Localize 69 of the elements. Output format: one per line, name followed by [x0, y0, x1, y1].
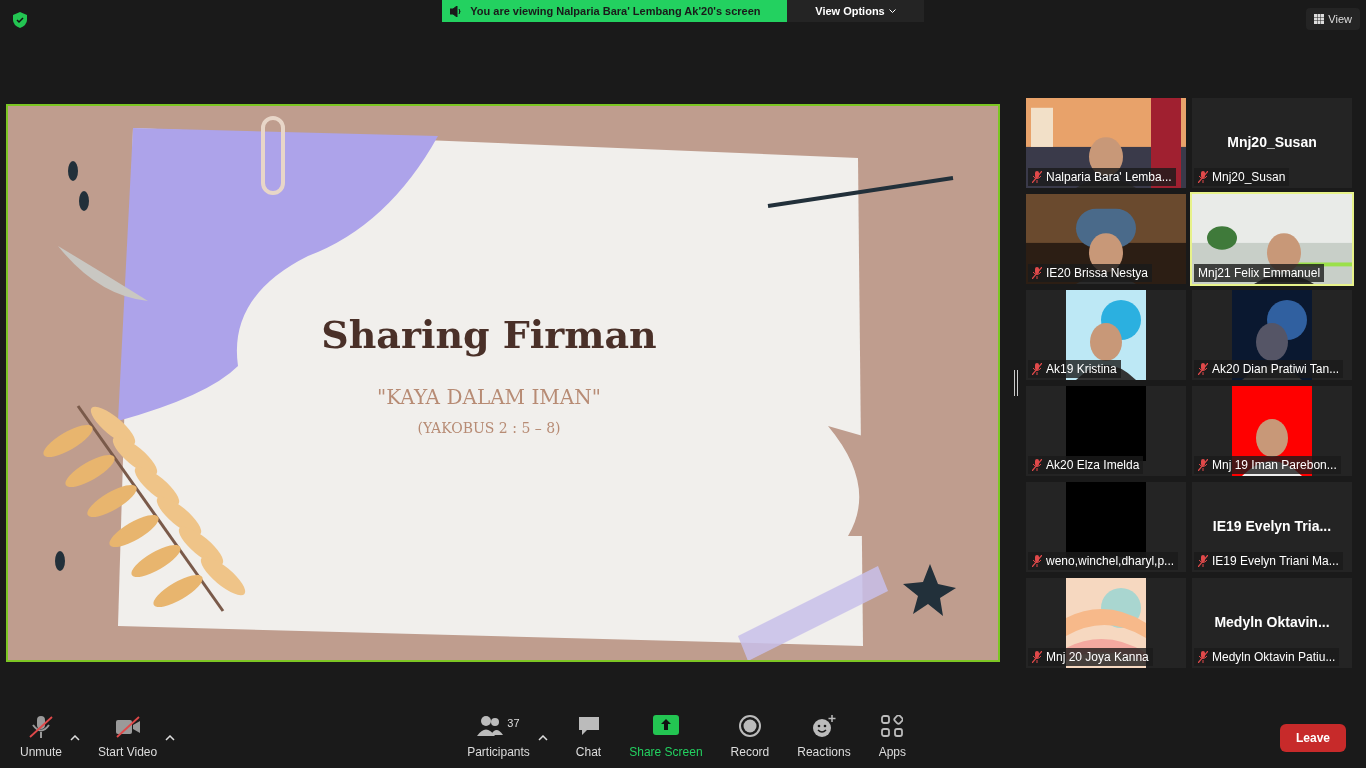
toolbar-button[interactable]: Apps	[878, 715, 906, 761]
participant-name: Ak19 Kristina	[1046, 361, 1117, 378]
leave-button[interactable]: Leave	[1279, 724, 1346, 752]
muted-mic-icon	[1198, 459, 1208, 471]
video-tile[interactable]: Nalparia Bara' Lemba...	[1026, 98, 1186, 188]
participant-count: 37	[507, 716, 520, 731]
video-tile[interactable]: IE20 Brissa Nestya	[1026, 194, 1186, 284]
toolbar-button[interactable]: Reactions	[797, 715, 851, 761]
caret-icon[interactable]	[537, 735, 548, 741]
video-tile[interactable]: Medyln Oktavin... Medyln Oktavin Patiu...	[1192, 578, 1352, 668]
muted-mic-icon	[1032, 651, 1042, 663]
resize-handle[interactable]	[1014, 370, 1018, 396]
participant-name: weno,winchel,dharyl,p...	[1046, 553, 1175, 570]
shield-icon	[13, 12, 27, 28]
video-tile[interactable]: Mnj 19 Iman Parebon...	[1192, 386, 1352, 476]
video-tile[interactable]: Mnj21 Felix Emmanuel	[1192, 194, 1352, 284]
video-tile[interactable]: Mnj20_Susan Mnj20_Susan	[1192, 98, 1352, 188]
muted-microphone-icon	[28, 715, 54, 739]
toolbar-button[interactable]: 37 Participants	[467, 715, 530, 761]
muted-mic-icon	[1032, 459, 1042, 471]
speaker-icon	[450, 5, 463, 17]
video-tile[interactable]: Ak20 Elza Imelda	[1026, 386, 1186, 476]
participant-name: Mnj 19 Iman Parebon...	[1212, 457, 1337, 474]
view-button[interactable]: View	[1306, 8, 1360, 30]
video-tile[interactable]: weno,winchel,dharyl,p...	[1026, 482, 1186, 572]
participant-name: Ak20 Dian Pratiwi Tan...	[1212, 361, 1340, 378]
banner-text: You are viewing Nalparia Bara' Lembang Ak'20's screen	[470, 3, 761, 19]
toolbar-button[interactable]: Record	[730, 715, 770, 761]
participant-display-name: IE19 Evelyn Tria...	[1211, 517, 1333, 536]
stopped-camera-icon	[114, 715, 141, 739]
video-tile[interactable]: Ak19 Kristina	[1026, 290, 1186, 380]
slide-subtitle: "KAYA DALAM IMAN"	[377, 384, 601, 411]
participant-display-name: Medyln Oktavin...	[1213, 613, 1331, 632]
muted-mic-icon	[1198, 171, 1208, 183]
participant-name: Nalparia Bara' Lemba...	[1046, 169, 1172, 186]
muted-mic-icon	[1198, 651, 1208, 663]
participant-name: Mnj 20 Joya Kanna	[1046, 649, 1149, 666]
video-tile[interactable]: Ak20 Dian Pratiwi Tan...	[1192, 290, 1352, 380]
people-icon	[477, 715, 504, 737]
grid-icon	[1314, 14, 1325, 24]
participant-name: IE20 Brissa Nestya	[1046, 265, 1149, 282]
muted-mic-icon	[1032, 267, 1042, 279]
slide-reference: (YAKOBUS 2 : 5 – 8)	[417, 419, 561, 438]
toolbar-button[interactable]: Chat	[575, 715, 602, 761]
share-screen-icon	[652, 715, 679, 735]
participant-name: Medyln Oktavin Patiu...	[1212, 649, 1336, 666]
participant-name: Ak20 Elza Imelda	[1046, 457, 1140, 474]
apps-icon	[881, 715, 904, 737]
toolbar-button[interactable]: Start Video	[98, 715, 158, 761]
chevron-icon	[888, 8, 896, 14]
muted-mic-icon	[1032, 555, 1042, 567]
video-tile[interactable]: Mnj 20 Joya Kanna	[1026, 578, 1186, 668]
caret-icon[interactable]	[70, 735, 81, 741]
toolbar-button[interactable]: Unmute	[20, 715, 63, 761]
smiley-plus-icon	[811, 715, 836, 739]
participant-display-name: Mnj20_Susan	[1226, 133, 1318, 152]
participant-name: IE19 Evelyn Triani Ma...	[1212, 553, 1339, 570]
toolbar-button[interactable]: Share Screen	[629, 715, 703, 761]
muted-mic-icon	[1198, 363, 1208, 375]
speech-bubble-icon	[576, 715, 601, 737]
participant-name: Mnj21 Felix Emmanuel	[1198, 265, 1321, 282]
record-icon	[738, 715, 761, 737]
caret-icon[interactable]	[165, 735, 176, 741]
video-tile[interactable]: IE19 Evelyn Tria... IE19 Evelyn Triani Ma...	[1192, 482, 1352, 572]
muted-mic-icon	[1032, 363, 1042, 375]
muted-mic-icon	[1198, 555, 1208, 567]
view-options-button[interactable]: View Options	[787, 0, 924, 22]
muted-mic-icon	[1032, 171, 1042, 183]
participant-name: Mnj20_Susan	[1212, 169, 1286, 186]
